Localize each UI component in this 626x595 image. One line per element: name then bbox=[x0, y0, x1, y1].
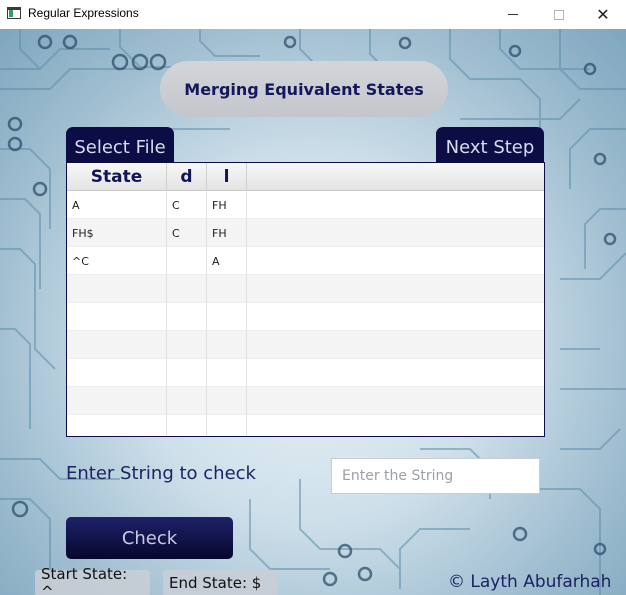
table-cell bbox=[207, 387, 247, 415]
minimize-icon bbox=[508, 14, 518, 15]
table-cell bbox=[247, 275, 544, 303]
table-row[interactable] bbox=[67, 303, 544, 331]
start-state-label: Start State: ^ bbox=[35, 565, 150, 595]
table-cell bbox=[247, 303, 544, 331]
table-cell bbox=[67, 359, 167, 387]
column-header-l[interactable]: l bbox=[207, 163, 247, 191]
minimize-button[interactable] bbox=[490, 0, 536, 29]
table-cell bbox=[247, 331, 544, 359]
table-row[interactable]: FH$ C FH bbox=[67, 219, 544, 247]
table-cell: A bbox=[207, 247, 247, 275]
table-cell: A bbox=[67, 191, 167, 219]
table-cell bbox=[207, 359, 247, 387]
circuit-board-background: Merging Equivalent States Select File Ne… bbox=[0, 29, 626, 595]
table-cell bbox=[207, 275, 247, 303]
next-step-button[interactable]: Next Step bbox=[436, 127, 544, 163]
end-state-label: End State: $ bbox=[163, 570, 277, 595]
table-cell bbox=[67, 331, 167, 359]
table-cell bbox=[167, 303, 207, 331]
table-cell bbox=[167, 275, 207, 303]
table-cell: FH$ bbox=[67, 219, 167, 247]
table-cell bbox=[167, 331, 207, 359]
table-cell bbox=[247, 219, 544, 247]
table-row[interactable] bbox=[67, 415, 544, 436]
column-header-filler bbox=[247, 163, 544, 191]
table-header-row: State d l bbox=[67, 163, 544, 191]
string-input[interactable] bbox=[331, 458, 540, 494]
table-cell bbox=[207, 303, 247, 331]
title-bar[interactable]: Regular Expressions ✕ bbox=[0, 0, 626, 29]
table-cell bbox=[247, 415, 544, 436]
table-row[interactable] bbox=[67, 275, 544, 303]
copyright-text: © Layth Abufarhah bbox=[448, 572, 612, 592]
table-cell bbox=[67, 415, 167, 436]
table-cell bbox=[207, 415, 247, 436]
table-cell bbox=[67, 303, 167, 331]
table-row[interactable] bbox=[67, 387, 544, 415]
table-cell bbox=[167, 415, 207, 436]
close-button[interactable]: ✕ bbox=[580, 0, 626, 29]
table-cell bbox=[167, 247, 207, 275]
table-cell: ^C bbox=[67, 247, 167, 275]
table-cell: FH bbox=[207, 219, 247, 247]
table-cell bbox=[67, 387, 167, 415]
page-title: Merging Equivalent States bbox=[184, 79, 424, 99]
table-cell bbox=[247, 387, 544, 415]
table-row[interactable]: ^C A bbox=[67, 247, 544, 275]
table-cell bbox=[207, 331, 247, 359]
maximize-button[interactable] bbox=[536, 0, 582, 29]
maximize-icon bbox=[554, 9, 564, 20]
select-file-button[interactable]: Select File bbox=[66, 127, 174, 163]
close-icon: ✕ bbox=[596, 4, 610, 24]
table-cell bbox=[247, 191, 544, 219]
table-row[interactable] bbox=[67, 359, 544, 387]
states-table[interactable]: State d l A C FH FH$ C FH ^C A bbox=[66, 162, 545, 437]
table-cell: C bbox=[167, 219, 207, 247]
table-row[interactable]: A C FH bbox=[67, 191, 544, 219]
table-cell bbox=[247, 247, 544, 275]
window-app-icon bbox=[7, 7, 21, 19]
table-cell: FH bbox=[207, 191, 247, 219]
check-button[interactable]: Check bbox=[66, 517, 233, 559]
table-cell bbox=[167, 359, 207, 387]
column-header-state[interactable]: State bbox=[67, 163, 167, 191]
page-title-pill: Merging Equivalent States bbox=[160, 61, 448, 117]
window-title: Regular Expressions bbox=[28, 6, 139, 20]
table-row[interactable] bbox=[67, 331, 544, 359]
table-cell bbox=[167, 387, 207, 415]
table-cell bbox=[67, 275, 167, 303]
enter-string-label: Enter String to check bbox=[66, 463, 256, 484]
table-cell bbox=[247, 359, 544, 387]
column-header-d[interactable]: d bbox=[167, 163, 207, 191]
table-cell: C bbox=[167, 191, 207, 219]
